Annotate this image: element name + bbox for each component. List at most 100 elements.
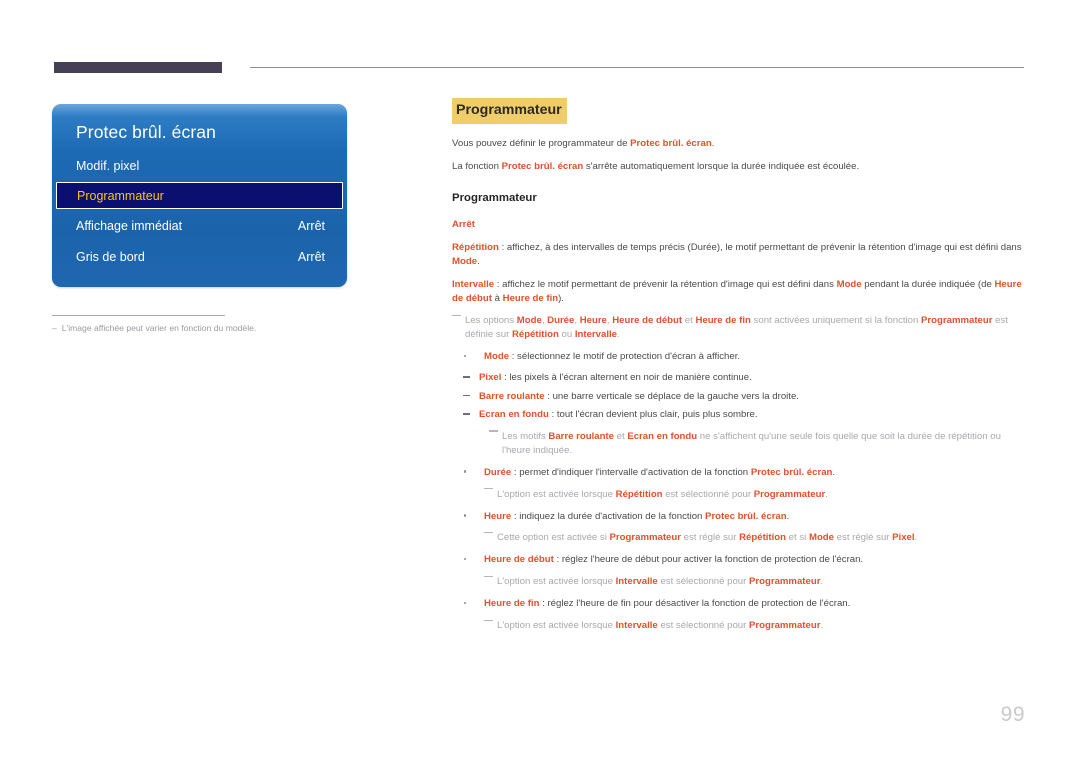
osd-menu-list: Modif. pixel Programmateur Affichage imméd… (52, 151, 347, 271)
setting-bullet-2: Durée : permet d'indiquer l'intervalle d… (452, 466, 1024, 480)
mode-option-text: Barre roulante : une barre verticale se … (479, 391, 799, 402)
accent-term: Ecran en fondu (479, 409, 549, 420)
accent-term: Programmateur (748, 620, 821, 632)
figure-note-divider (52, 315, 225, 316)
text-run: : tout l'écran devient plus clair, puis … (548, 409, 758, 420)
note-text: Cette option est activée si Programmateu… (497, 532, 917, 543)
accent-term: Heure de fin (502, 292, 559, 304)
option-paragraph-2: Répétition : affichez, à des intervalles… (452, 241, 1024, 269)
accent-term: Heure (484, 510, 512, 522)
note-text: Les motifs Barre roulante et Ecran en fo… (502, 431, 1001, 456)
text-run: : une barre verticale se déplace de la g… (544, 390, 799, 402)
text-run: est sélectionné pour (657, 576, 749, 588)
accent-term: Intervalle (574, 329, 617, 341)
osd-item-label: Programmateur (77, 188, 164, 203)
section-heading: Programmateur (452, 192, 537, 205)
osd-menu-item-1[interactable]: Modif. pixel (52, 151, 347, 180)
intro-paragraphs: Vous pouvez définir le programmateur de … (452, 137, 1024, 174)
accent-term: Heure de fin (695, 315, 751, 327)
setting-bullet-text: Heure de fin : réglez l'heure de fin pou… (484, 598, 850, 609)
osd-item-label: Affichage immédiat (76, 218, 183, 233)
note-dash-icon (489, 430, 498, 432)
osd-menu-item-4[interactable]: Gris de bord Arrêt (52, 242, 347, 271)
sub-dash-icon (463, 376, 470, 378)
text-run: : réglez l'heure de début pour activer l… (553, 554, 864, 566)
text-run: : permet d'indiquer l'intervalle d'activ… (511, 466, 751, 478)
bullet-dot-icon (464, 557, 467, 561)
page-header-rule (54, 62, 1024, 76)
accent-term: Intervalle (615, 576, 658, 588)
option-paragraph-1: Arrêt (452, 218, 1024, 232)
text-run: Cette option est activée si (497, 532, 610, 544)
accent-term: Heure de début (612, 315, 683, 327)
text-run: à (491, 292, 503, 304)
mode-option-text: Ecran en fondu : tout l'écran devient pl… (479, 409, 758, 420)
text-run: est réglé sur (834, 532, 893, 544)
accent-term: Protec brûl. écran (750, 466, 833, 478)
page-title: Programmateur (452, 98, 567, 124)
text-run: : affichez, à des intervalles de temps p… (498, 241, 1022, 253)
text-run: La fonction (452, 160, 502, 172)
text-run: : indiquez la durée d'activation de la f… (511, 510, 706, 522)
osd-panel-title: Protec brûl. écran (76, 122, 216, 142)
note-dash-icon (484, 531, 493, 534)
bullet-dot-icon (464, 470, 467, 473)
note-text: L'option est activée lorsque Intervalle … (497, 620, 823, 631)
accent-term: Programmateur (609, 532, 681, 544)
bullet-dot-icon (464, 514, 467, 517)
text-run: : réglez l'heure de fin pour désactiver … (539, 598, 851, 610)
setting-bullet-5: Heure de fin : réglez l'heure de fin pou… (452, 597, 1024, 611)
text-run: . (820, 620, 824, 632)
text-run: L'option est activée lorsque (497, 576, 616, 588)
accent-term: Programmateur (921, 315, 993, 327)
text-run: ). (558, 292, 564, 304)
text-run: pendant la durée indiquée (de (861, 278, 995, 290)
note-dash-icon (484, 488, 493, 490)
content-column: Programmateur Vous pouvez définir le pro… (452, 98, 1024, 641)
accent-term: Programmateur (753, 488, 826, 500)
bullet-dot-icon (464, 354, 467, 358)
note-dash-icon (452, 314, 461, 317)
accent-term: Pixel (892, 532, 915, 544)
intro-paragraph-1: Vous pouvez définir le programmateur de … (452, 137, 1024, 151)
accent-term: Mode (484, 351, 510, 363)
setting-bullet-text: Heure : indiquez la durée d'activation d… (484, 511, 789, 522)
osd-menu-item-2[interactable]: Programmateur (56, 182, 343, 209)
accent-term: Barre roulante (548, 430, 614, 442)
setting-bullet-3: Heure : indiquez la durée d'activation d… (452, 510, 1024, 524)
text-run: . (825, 488, 828, 500)
text-run: est sélectionné pour (662, 488, 754, 500)
text-run: L'option est activée lorsque (497, 488, 616, 500)
condition-note-top: Les options Mode, Durée, Heure, Heure de… (452, 314, 1024, 342)
text-run: . (617, 329, 620, 341)
condition-note-5: L'option est activée lorsque Intervalle … (484, 619, 1024, 633)
mode-option-text: Pixel : les pixels à l'écran alternent e… (479, 372, 752, 383)
text-run: Vous pouvez définir le programmateur de (452, 137, 631, 149)
setting-bullet-1: Mode : sélectionnez le motif de protecti… (452, 350, 1024, 364)
osd-item-label: Gris de bord (76, 249, 145, 264)
accent-term: Durée (547, 315, 575, 327)
option-paragraphs: Arrêt Répétition : affichez, à des interv… (452, 218, 1024, 306)
header-thin-rule (250, 67, 1024, 68)
condition-note-3: Cette option est activée si Programmateu… (484, 531, 1024, 545)
sub-dash-icon (463, 412, 470, 415)
text-run: : sélectionnez le motif de protection d'… (509, 351, 741, 363)
mode-option-3: Ecran en fondu : tout l'écran devient pl… (452, 408, 1024, 422)
text-run: sont activées uniquement si la fonction (750, 315, 922, 327)
accent-term: Ecran en fondu (627, 430, 698, 442)
top-note-block: Les options Mode, Durée, Heure, Heure de… (452, 314, 1024, 342)
accent-term: Intervalle (615, 620, 658, 632)
text-run: et (682, 315, 696, 327)
accent-term: Mode (836, 278, 862, 290)
accent-term: Mode (516, 315, 542, 327)
text-run: Les options (465, 315, 517, 327)
page-number: 99 (1000, 703, 1025, 726)
text-run: est réglé sur (680, 532, 740, 544)
accent-term: Pixel (479, 372, 502, 384)
setting-bullet-text: Heure de début : réglez l'heure de début… (484, 554, 863, 565)
header-accent-bar (54, 62, 222, 73)
accent-term: Protec brûl. écran (630, 137, 712, 149)
settings-bullet-list: Mode : sélectionnez le motif de protecti… (452, 350, 1024, 633)
osd-menu-item-3[interactable]: Affichage immédiat Arrêt (52, 211, 347, 240)
text-run: et (613, 430, 628, 442)
